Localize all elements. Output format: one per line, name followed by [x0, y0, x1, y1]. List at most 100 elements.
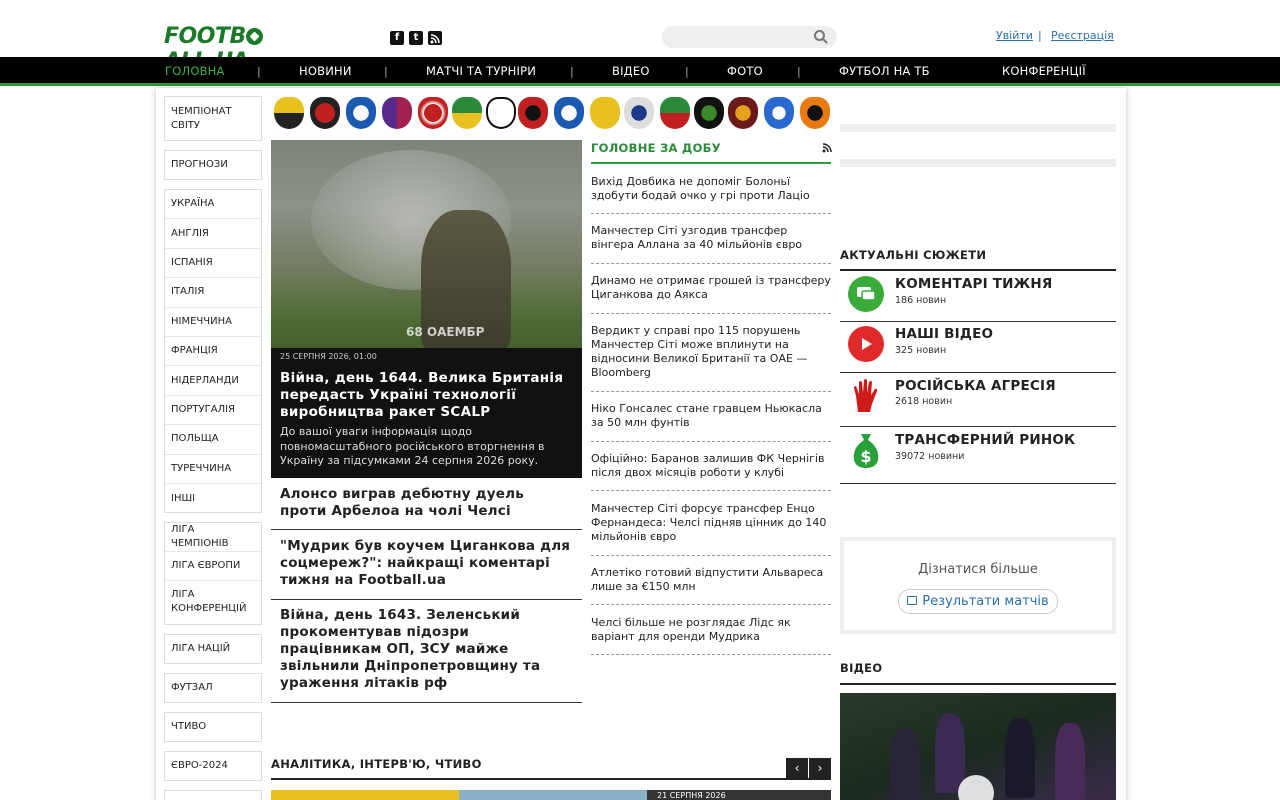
play-icon[interactable]: [958, 775, 994, 800]
top-of-day-item[interactable]: Офіційно: Баранов залишив ФК Чернігів пі…: [591, 452, 831, 480]
facebook-icon[interactable]: f: [390, 31, 404, 45]
video-play-icon[interactable]: [848, 326, 884, 362]
top-of-day-item[interactable]: Челсі більше не розглядає Лідс як варіан…: [591, 616, 831, 644]
divider: [591, 313, 831, 314]
club-logo-obolon[interactable]: [554, 97, 584, 129]
nav-item-video[interactable]: ВІДЕО: [612, 57, 650, 86]
divider: [591, 162, 831, 164]
sidebar-item-world-cup[interactable]: ЧЕМПІОНАТ СВІТУ: [165, 97, 261, 140]
sidebar-item-reading[interactable]: ЧТИВО: [165, 713, 261, 741]
sidebar-item-predictions[interactable]: ПРОГНОЗИ: [165, 151, 261, 179]
nav-separator: |: [384, 65, 388, 78]
main-nav: ГОЛОВНА | НОВИНИ | МАТЧІ ТА ТУРНІРИ | ВІ…: [0, 57, 1280, 86]
sidebar-item-netherlands[interactable]: НІДЕРЛАНДИ: [165, 366, 261, 396]
sidebar-item-others[interactable]: ІНШІ: [165, 484, 261, 513]
sidebar-group: ФУТЗАЛ: [164, 673, 262, 703]
topic-name[interactable]: КОМЕНТАРІ ТИЖНЯ: [895, 276, 1052, 292]
sidebar-item-france[interactable]: ФРАНЦІЯ: [165, 337, 261, 367]
sidebar-item-england[interactable]: АНГЛІЯ: [165, 219, 261, 249]
club-logo-veres[interactable]: [310, 97, 340, 129]
sidebar-item-euro-2024[interactable]: ЄВРО-2024: [165, 752, 261, 780]
divider: [591, 604, 831, 605]
feature-title[interactable]: Війна, день 1644. Велика Британія переда…: [280, 370, 576, 421]
club-logo-dynamo[interactable]: [346, 97, 376, 129]
match-results-label: Результати матчів: [922, 594, 1049, 609]
club-logo-karpaty[interactable]: [452, 97, 482, 129]
divider: [591, 213, 831, 214]
club-logo-shakhtar[interactable]: [800, 97, 830, 129]
topic-name[interactable]: НАШІ ВІДЕО: [895, 326, 993, 342]
ad-placeholder: [840, 159, 1116, 167]
club-logo-epitsentr[interactable]: [382, 97, 412, 129]
sidebar-item-poland[interactable]: ПОЛЬЩА: [165, 425, 261, 455]
next-arrow-button[interactable]: ›: [809, 758, 831, 778]
top-of-day-item[interactable]: Динамо не отримає грошей із трансферу Ци…: [591, 274, 831, 302]
article-thumbnail[interactable]: [271, 790, 459, 800]
topic-name[interactable]: ТРАНСФЕРНИЙ РИНОК: [895, 432, 1075, 448]
top-of-day-item[interactable]: Атлетіко готовий відпустити Альвареса ли…: [591, 566, 831, 594]
bloody-hand-icon[interactable]: [848, 378, 884, 414]
top-of-day-item[interactable]: Манчестер Сіті узгодив трансфер вінгера …: [591, 224, 831, 252]
ad-placeholder: [840, 124, 1116, 132]
sidebar-item-conference-league[interactable]: ЛІГА КОНФЕРЕНЦІЙ: [165, 581, 261, 623]
register-link[interactable]: Реєстрація: [1051, 29, 1114, 42]
sidebar-item-italy[interactable]: ІТАЛІЯ: [165, 278, 261, 308]
top-of-day-item[interactable]: Манчестер Сіті форсує трансфер Енцо Ферн…: [591, 502, 831, 544]
comments-icon[interactable]: [848, 276, 884, 312]
story-item[interactable]: Алонсо виграв дебютну дуель проти Арбело…: [271, 481, 582, 530]
site-logo[interactable]: FOOTBALL.UA: [164, 24, 326, 74]
nav-separator: |: [685, 65, 689, 78]
club-logo-oleksandriya-2[interactable]: [590, 97, 620, 129]
nav-item-matches[interactable]: МАТЧІ ТА ТУРНІРИ: [426, 57, 536, 86]
club-logo-kudrivka[interactable]: [486, 97, 516, 129]
search-input[interactable]: [662, 26, 837, 48]
club-logo-chornomorets[interactable]: [624, 97, 654, 129]
sidebar-item-futsal[interactable]: ФУТЗАЛ: [165, 674, 261, 702]
auth-separator: |: [1038, 29, 1042, 42]
club-logo-metalist[interactable]: [764, 97, 794, 129]
sidebar-item-spain[interactable]: ІСПАНІЯ: [165, 249, 261, 279]
sidebar-item-portugal[interactable]: ПОРТУГАЛІЯ: [165, 396, 261, 426]
nav-item-home[interactable]: ГОЛОВНА: [165, 57, 225, 86]
feature-image[interactable]: 68 ОАЕМБР: [271, 140, 582, 365]
club-logo-kryvbas[interactable]: [518, 97, 548, 129]
top-of-day-title[interactable]: ГОЛОВНЕ ЗА ДОБУ: [591, 141, 721, 155]
top-of-day-item[interactable]: Вихід Довбика не допоміг Болоньї здобути…: [591, 175, 831, 203]
sidebar-item-nations-league[interactable]: ЛІГА НАЦІЙ: [165, 635, 261, 663]
sidebar-item-turkey[interactable]: ТУРЕЧЧИНА: [165, 455, 261, 484]
club-logo-zorya[interactable]: [418, 97, 448, 129]
search-icon[interactable]: [813, 29, 829, 45]
top-of-day-item[interactable]: Ніко Гонсалес стане гравцем Ньюкасла за …: [591, 402, 831, 430]
topic-count: 2618 новин: [895, 396, 953, 407]
story-item[interactable]: "Мудрик був коучем Циганкова для соцмере…: [271, 533, 582, 600]
sidebar-item-germany[interactable]: НІМЕЧЧИНА: [165, 308, 261, 337]
sidebar-item-europa-league[interactable]: ЛІГА ЄВРОПИ: [165, 552, 261, 581]
club-logo-livyi-bereh[interactable]: [694, 97, 724, 129]
sidebar-item-ukraine[interactable]: УКРАЇНА: [165, 190, 261, 220]
twitter-icon[interactable]: t: [409, 31, 423, 45]
sidebar-item-champions-league[interactable]: ЛІГА ЧЕМПІОНІВ: [165, 523, 261, 552]
nav-item-photo[interactable]: ФОТО: [727, 57, 763, 86]
rss-icon[interactable]: [822, 143, 832, 156]
login-link[interactable]: Увійти: [996, 29, 1033, 42]
money-bag-icon[interactable]: $: [848, 433, 884, 469]
rss-icon[interactable]: [428, 31, 442, 45]
video-thumbnail[interactable]: [840, 693, 1116, 800]
article-thumbnail[interactable]: [459, 790, 647, 800]
club-logo-polissya[interactable]: [660, 97, 690, 129]
divider: [840, 321, 1116, 322]
club-logo-oleksandriya[interactable]: [274, 97, 304, 129]
list-icon: [907, 596, 918, 605]
match-results-button[interactable]: Результати матчів: [898, 589, 1058, 614]
player-shape: [890, 728, 920, 800]
nav-item-tv[interactable]: ФУТБОЛ НА ТБ: [839, 57, 930, 86]
nav-item-news[interactable]: НОВИНИ: [299, 57, 352, 86]
article-thumbnail[interactable]: 21 СЕРПНЯ 2026: [647, 790, 831, 800]
club-logo-rukh[interactable]: [728, 97, 758, 129]
story-item[interactable]: Війна, день 1643. Зеленський прокоментув…: [271, 602, 582, 703]
feature-subtitle: До вашої уваги інформація щодо повномасш…: [280, 425, 545, 467]
prev-arrow-button[interactable]: ‹: [786, 758, 808, 778]
top-of-day-item[interactable]: Вердикт у справі про 115 порушень Манчес…: [591, 324, 831, 380]
nav-item-conferences[interactable]: КОНФЕРЕНЦІЇ: [1002, 57, 1086, 86]
topic-name[interactable]: РОСІЙСЬКА АГРЕСІЯ: [895, 378, 1056, 394]
